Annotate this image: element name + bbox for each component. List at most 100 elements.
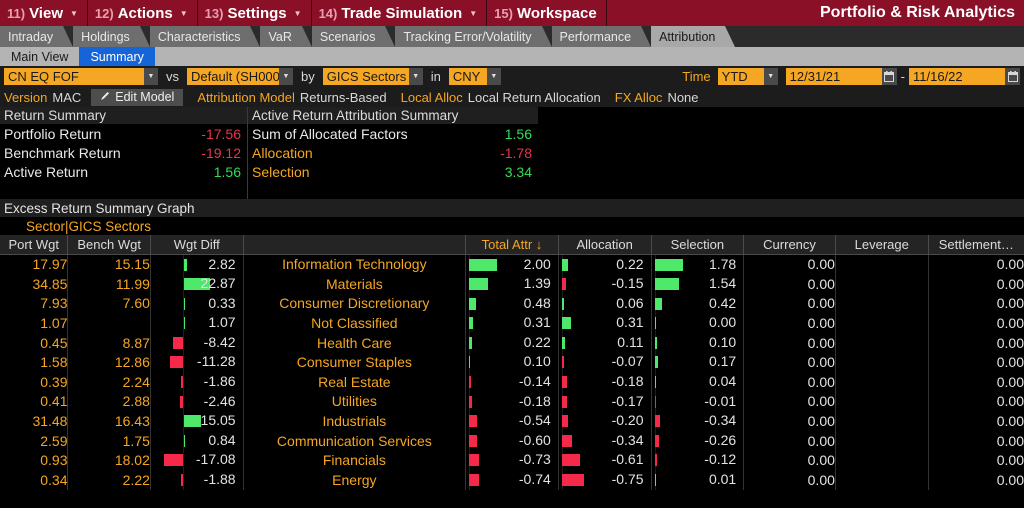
portfolio-toolbar: CN EQ FOF ▼ vs Default (SH000 ▼ by GICS … [0,66,1024,87]
row-label[interactable]: Selection [252,164,466,180]
benchmark-input[interactable]: Default (SH000 [187,68,279,85]
table-row[interactable]: 0.39 2.24 -1.86 Real Estate -0.14 -0.18 0.04 0.… [0,372,1024,392]
cell-sector-name: Information Technology [243,254,467,275]
cell-value: -1.86 [203,373,236,390]
subtab-summary[interactable]: Summary [79,47,155,66]
portfolio-return-row: Portfolio Return -17.56 [0,124,247,143]
table-row[interactable]: 0.93 18.02 -17.08 Financials -0.73 -0.61 -0.12… [0,450,1024,471]
table-row[interactable]: 1.07 1.07 Not Classified 0.31 0.31 0.00 0.00 0.… [0,313,1024,333]
attribution-summary-title: Active Return Attribution Summary [248,107,538,124]
tab-attribution[interactable]: Attribution [651,26,736,47]
positive-bar [654,317,656,330]
cell-value: 22.87 [200,275,236,292]
row-label[interactable]: Allocation [252,145,466,161]
time-period-dropdown-button[interactable]: ▼ [763,68,778,85]
negative-bar [172,336,183,349]
menu-item-trade-simulation[interactable]: 14) Trade Simulation ▼ [312,0,488,26]
row-value: -1.78 [500,144,532,161]
tab-characteristics[interactable]: Characteristics [149,26,261,47]
cell-wgt-diff: -11.28 [150,352,244,373]
cell-value: -0.75 [611,471,644,488]
model-toolbar: Version MAC Edit Model Attribution Model… [0,87,1024,107]
col-header-wgt-diff[interactable]: Wgt Diff [150,235,244,255]
portfolio-dropdown-button[interactable]: ▼ [144,68,158,85]
cell-port-wgt: 0.41 [0,391,69,412]
cell-total-attr: -0.14 [465,372,559,392]
menu-item-view[interactable]: 11) View ▼ [0,0,88,26]
date-range-separator: - [900,69,905,84]
cell-total-attr: 2.00 [465,254,559,275]
cell-currency: 0.00 [743,372,836,392]
negative-bar [561,415,568,428]
table-row[interactable]: 1.58 12.86 -11.28 Consumer Staples 0.10 -0.07… [0,352,1024,373]
menu-item-actions[interactable]: 12) Actions ▼ [88,0,198,26]
table-row[interactable]: 0.45 8.87 -8.42 Health Care 0.22 0.11 0.10 0.00… [0,332,1024,353]
col-header-bench-wgt[interactable]: Bench Wgt [67,235,151,255]
chevron-down-icon: ▼ [293,8,302,18]
tab-tracking-error-volatility[interactable]: Tracking Error/Volatility [395,26,552,47]
col-header-settlement[interactable]: Settlement… [928,235,1024,255]
edit-model-label: Edit Model [115,90,175,104]
benchmark-dropdown-button[interactable]: ▼ [279,68,293,85]
cell-value: 0.04 [708,373,737,390]
cell-value: 0.48 [523,294,551,311]
fx-alloc-value[interactable]: None [667,90,698,105]
cell-currency: 0.00 [743,450,836,471]
col-header-total-attr[interactable]: Total Attr ↓ [465,235,559,255]
cell-value: -0.74 [518,471,551,488]
cell-settlement: 0.00 [928,293,1024,314]
col-header-allocation[interactable]: Allocation [558,235,652,255]
cell-currency: 0.00 [743,254,836,275]
menu-item-workspace[interactable]: 15) Workspace [487,0,607,26]
table-row[interactable]: 31.48 16.43 15.05 Industrials -0.54 -0.20 -0.3… [0,411,1024,431]
col-header-selection[interactable]: Selection [651,235,745,255]
tab-holdings[interactable]: Holdings [73,26,150,47]
tab-performance[interactable]: Performance [551,26,651,47]
cell-port-wgt: 31.48 [0,411,69,431]
sector-group-label[interactable]: Sector|GICS Sectors [0,217,1024,235]
tab-intraday[interactable]: Intraday [0,26,74,47]
cell-bench-wgt: 2.24 [67,372,151,392]
table-body: 17.97 15.15 2.82 Information Technology 2.00… [0,254,1024,490]
end-date-input[interactable]: 11/16/22 [909,68,1005,85]
table-row[interactable]: 7.93 7.60 0.33 Consumer Discretionary 0.48 0.… [0,293,1024,314]
end-date-calendar-icon[interactable] [1005,68,1020,85]
cell-sector-name: Industrials [243,411,467,431]
col-header-port-wgt[interactable]: Port Wgt [0,235,69,255]
table-row[interactable]: 17.97 15.15 2.82 Information Technology 2.00… [0,254,1024,275]
cell-currency: 0.00 [743,411,836,431]
start-date-input[interactable]: 12/31/21 [785,68,882,85]
table-row[interactable]: 34.85 11.99 22.87 Materials 1.39 -0.15 1.54 0.0… [0,274,1024,294]
local-alloc-value[interactable]: Local Return Allocation [468,90,601,105]
attribution-model-value[interactable]: Returns-Based [300,90,387,105]
table-row[interactable]: 2.59 1.75 0.84 Communication Services -0.60 -… [0,430,1024,451]
menu-item-settings[interactable]: 13) Settings ▼ [198,0,312,26]
cell-port-wgt: 0.39 [0,372,69,392]
cell-allocation: 0.06 [558,293,652,314]
col-header-leverage[interactable]: Leverage [835,235,929,255]
row-label: Sum of Allocated Factors [252,125,408,142]
start-date-calendar-icon[interactable] [881,68,897,85]
currency-dropdown-button[interactable]: ▼ [486,68,501,85]
cell-settlement: 0.00 [928,391,1024,412]
subtab-main-view[interactable]: Main View [0,47,79,66]
currency-input[interactable]: CNY [448,68,487,85]
tab-label: Characteristics [157,29,241,44]
positive-bar [469,297,477,310]
benchmark-return-row: Benchmark Return -19.12 [0,143,247,162]
cell-value: 0.22 [616,255,644,272]
table-row[interactable]: 0.41 2.88 -2.46 Utilities -0.18 -0.17 -0.01 0.0… [0,391,1024,412]
negative-bar [180,474,183,487]
time-period-input[interactable]: YTD [717,68,764,85]
edit-model-button[interactable]: Edit Model [91,88,184,106]
tab-var[interactable]: VaR [260,26,313,47]
tab-scenarios[interactable]: Scenarios [311,26,396,47]
portfolio-input[interactable]: CN EQ FOF [4,68,144,85]
cell-leverage [835,352,929,373]
col-header-sector[interactable] [243,235,467,255]
table-row[interactable]: 0.34 2.22 -1.88 Energy -0.74 -0.75 0.01 0.00 0.0… [0,470,1024,490]
grouping-dropdown-button[interactable]: ▼ [408,68,423,85]
grouping-input[interactable]: GICS Sectors [322,68,409,85]
col-header-currency[interactable]: Currency [743,235,836,255]
cell-wgt-diff: 0.84 [150,430,244,451]
